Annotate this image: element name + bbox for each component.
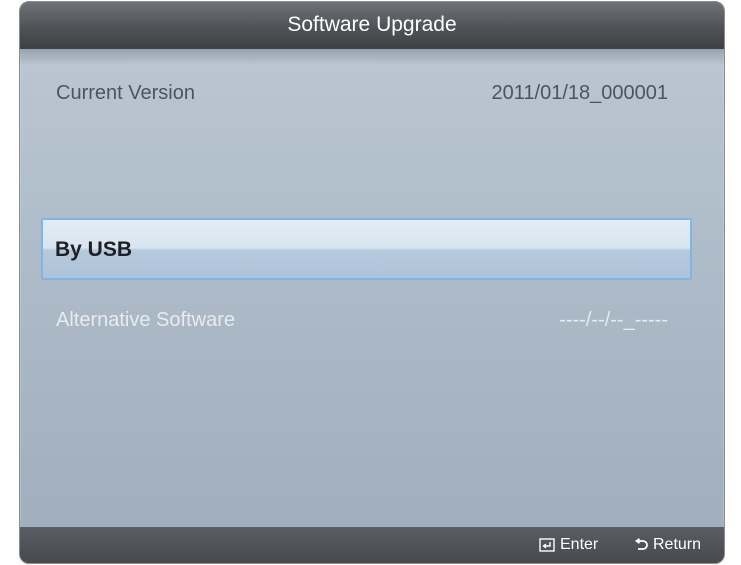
return-icon — [634, 538, 648, 550]
alternative-software-label: Alternative Software — [56, 309, 235, 331]
current-version-value: 2011/01/18_000001 — [491, 82, 668, 104]
by-usb-label: By USB — [55, 238, 133, 261]
footer-bar: Enter Return — [20, 527, 724, 563]
current-version-label: Current Version — [56, 82, 195, 104]
by-usb-button[interactable]: By USB — [41, 218, 692, 280]
return-label: Return — [653, 536, 702, 553]
dialog-title: Software Upgrade — [287, 13, 457, 36]
enter-icon — [539, 538, 555, 552]
dialog-title-bar: Software Upgrade — [20, 2, 724, 49]
enter-label: Enter — [560, 536, 599, 553]
alternative-software-value: ----/--/--_----- — [559, 309, 668, 331]
enter-hint[interactable]: Enter — [539, 536, 598, 554]
return-hint[interactable]: Return — [634, 536, 701, 554]
software-upgrade-dialog: Software Upgrade Current Version 2011/01… — [19, 1, 725, 564]
title-bar-shadow — [20, 49, 724, 65]
